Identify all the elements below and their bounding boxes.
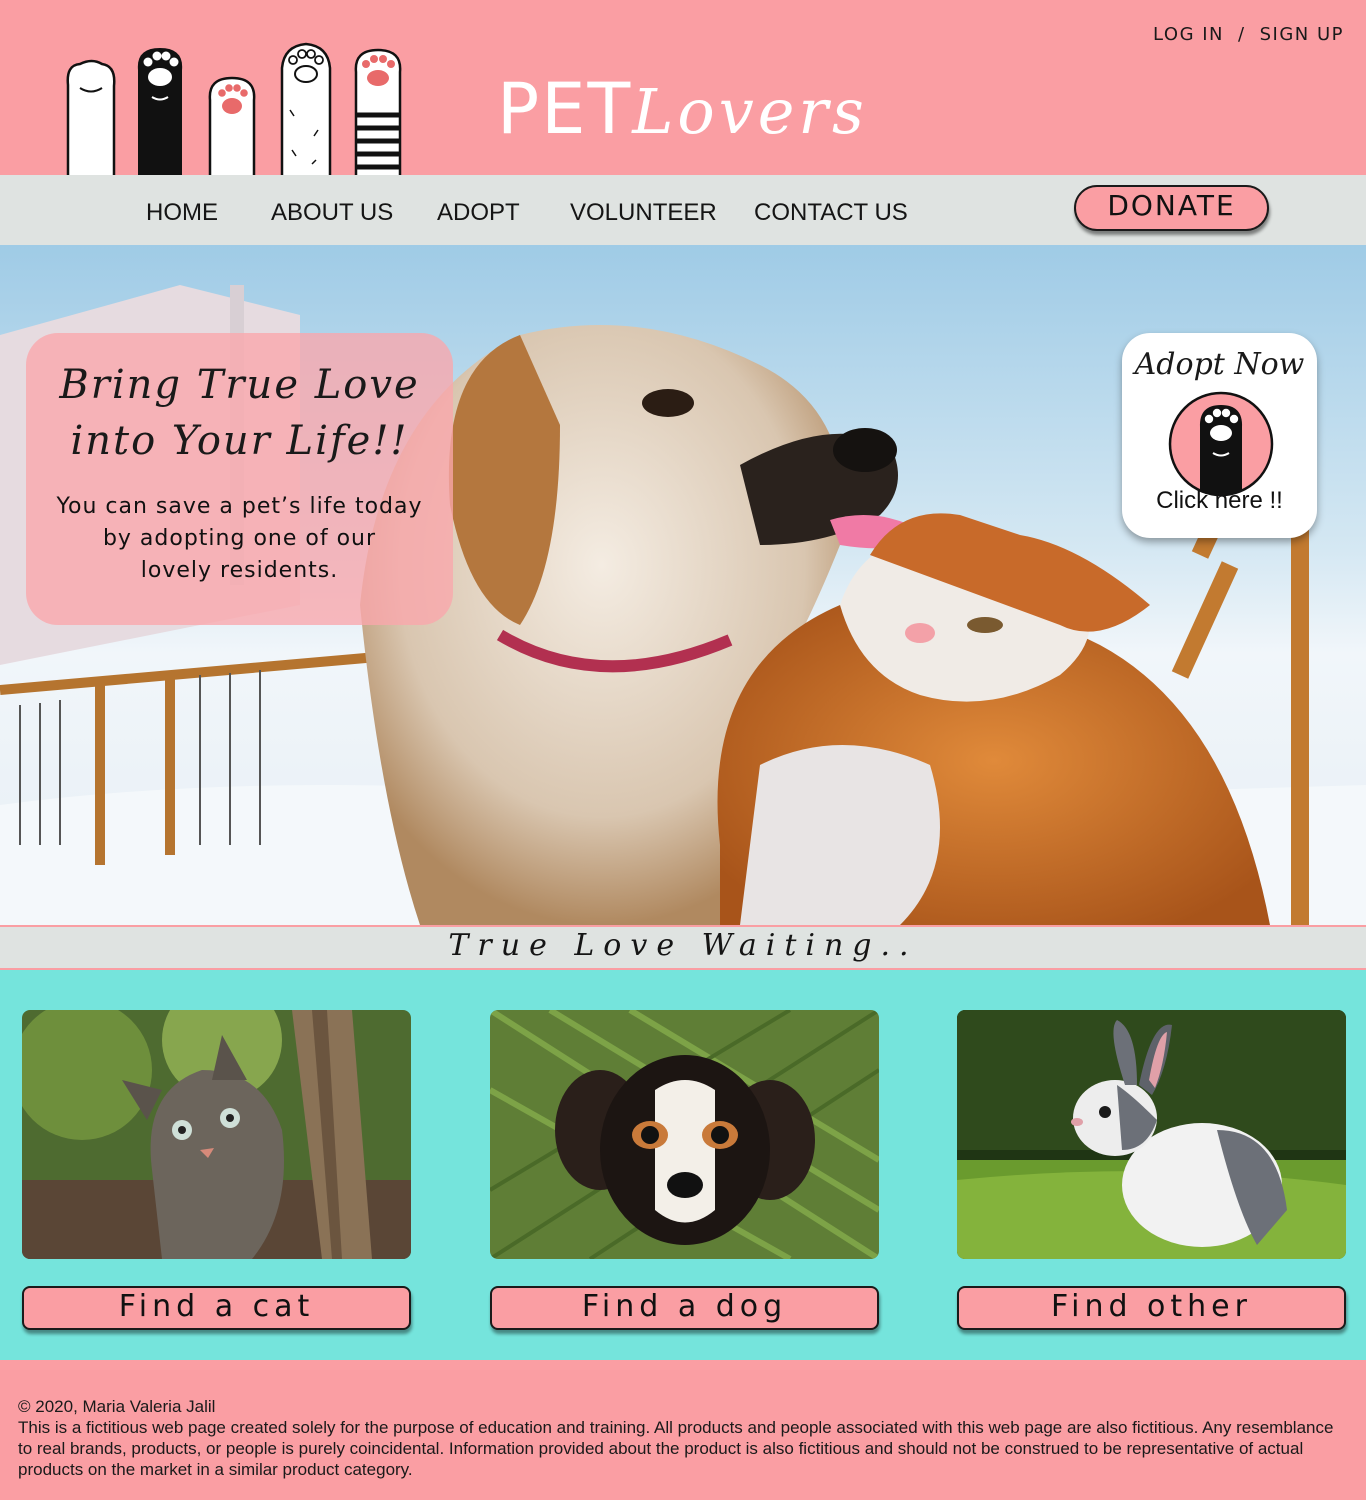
site-footer: © 2020, Maria Valeria Jalil This is a fi… [0,1360,1366,1500]
fluffy-paw-icon [280,42,332,175]
adopt-now-title: Adopt Now [1134,347,1305,382]
other-card: Find other [957,1010,1346,1330]
hero-title: Bring True Love into Your Life!! [26,357,453,469]
black-paw-icon [137,48,183,175]
copyright-text: © 2020, Maria Valeria Jalil [18,1397,216,1416]
hero-message-box: Bring True Love into Your Life!! You can… [26,333,453,625]
nav-home[interactable]: HOME [146,199,218,227]
main-nav: HOME ABOUT US ADOPT VOLUNTEER CONTACT US… [0,175,1366,245]
find-other-button[interactable]: Find other [957,1286,1346,1330]
hero-text-line-3: lovely residents. [140,558,339,583]
white-paw-icon [66,59,116,175]
site-header: PETLovers LOG IN / SIGN UP [0,0,1366,175]
brand-lovers-text: Lovers [632,75,868,148]
auth-links: LOG IN / SIGN UP [1153,24,1344,45]
nav-about-us[interactable]: ABOUT US [271,199,393,227]
signup-link[interactable]: SIGN UP [1260,24,1344,45]
dog-card: Find a dog [490,1010,879,1330]
hero-text-line-2: by adopting one of our [102,526,377,551]
puppy-photo[interactable] [490,1010,879,1259]
find-dog-button[interactable]: Find a dog [490,1286,879,1330]
site-brand[interactable]: PETLovers [497,68,868,150]
pet-categories: Find a cat Find a dog Find other [0,970,1366,1360]
disclaimer-text: This is a fictitious web page created so… [18,1418,1334,1479]
rabbit-photo[interactable] [957,1010,1346,1259]
black-paw-icon [1168,391,1274,497]
adopt-now-click-here[interactable]: Click here !! [1122,487,1317,515]
adopt-now-card[interactable]: Adopt Now Click here !! [1122,333,1317,538]
hero-description: You can save a pet’s life today by adopt… [26,491,453,587]
find-cat-button[interactable]: Find a cat [22,1286,411,1330]
paws-logo-illustration [66,42,402,175]
pink-pad-paw-icon [208,76,256,175]
striped-paw-icon [354,48,402,175]
nav-adopt[interactable]: ADOPT [437,199,520,227]
cat-card: Find a cat [22,1010,411,1330]
kitten-photo[interactable] [22,1010,411,1259]
nav-contact-us[interactable]: CONTACT US [754,199,908,227]
hero-title-line-1: Bring True Love [59,362,420,408]
hero-title-line-2: into Your Life!! [70,418,409,464]
auth-separator: / [1238,24,1246,45]
hero-banner: Bring True Love into Your Life!! You can… [0,245,1366,925]
hero-text-line-1: You can save a pet’s life today [56,494,423,519]
nav-volunteer[interactable]: VOLUNTEER [570,199,717,227]
brand-pet-text: PET [497,68,633,150]
login-link[interactable]: LOG IN [1153,24,1224,45]
tagline-bar: True Love Waiting.. [0,925,1366,970]
donate-button[interactable]: DONATE [1074,185,1269,231]
